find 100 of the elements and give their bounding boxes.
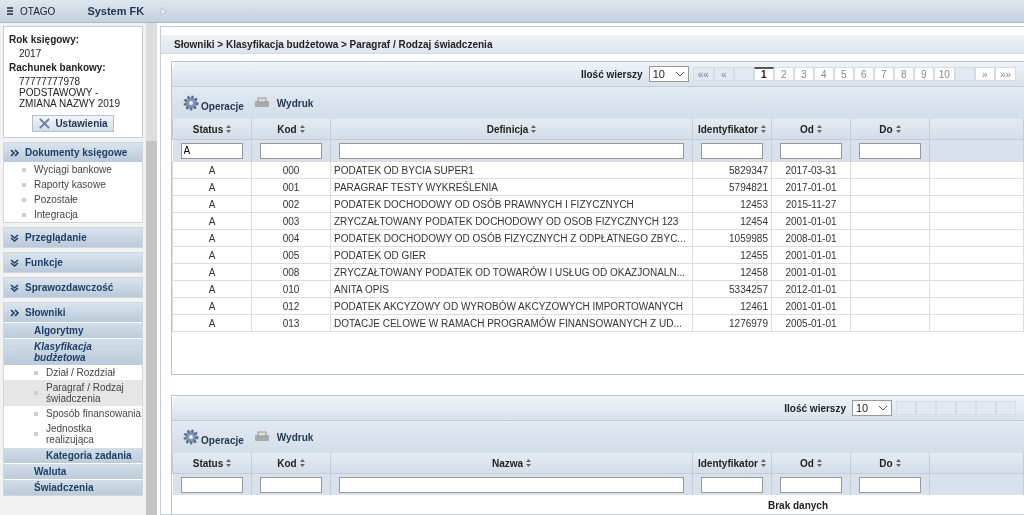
pager-button[interactable]: 2: [773, 67, 794, 81]
filter-field[interactable]: [859, 476, 921, 493]
table-cell: 12461: [692, 297, 772, 315]
table-cell: A: [172, 195, 252, 213]
column-header[interactable]: Od: [771, 453, 851, 474]
filter-field[interactable]: [180, 476, 243, 493]
table-cell: 2001-01-01: [771, 297, 851, 315]
filter-field[interactable]: [701, 142, 763, 159]
rows-per-page-select[interactable]: 10: [852, 400, 892, 416]
nav-section-header[interactable]: Dokumenty księgowe: [4, 143, 142, 162]
pager-button[interactable]: 4: [813, 67, 834, 81]
column-header[interactable]: Do: [850, 119, 930, 140]
table-cell: 5334257: [692, 280, 772, 298]
nav-link[interactable]: Dział / Rozdział: [4, 365, 142, 380]
double-chevron-down-icon: [10, 283, 19, 292]
pager-button[interactable]: 6: [853, 67, 874, 81]
table-cell: DOTACJE CELOWE W RAMACH PROGRAMÓW FINANSOWANYCH Z UD...: [330, 314, 693, 332]
printer-icon: [253, 97, 270, 109]
nav-section-header[interactable]: Słowniki: [4, 303, 142, 322]
table-cell: 000: [251, 161, 331, 179]
column-header[interactable]: Status: [172, 119, 252, 140]
table-cell: 008: [251, 263, 331, 281]
table-cell: 2001-01-01: [771, 246, 851, 264]
table-cell: 003: [251, 212, 331, 230]
operations-button[interactable]: Operacje: [182, 428, 244, 446]
column-header[interactable]: Status: [172, 453, 252, 474]
table-cell: 12454: [692, 212, 772, 230]
filter-field[interactable]: [780, 476, 842, 493]
nav-link[interactable]: Wyciągi bankowe: [4, 162, 142, 177]
nav-link[interactable]: Integracja: [4, 207, 142, 222]
rows-per-page-select[interactable]: 10: [648, 66, 689, 82]
nav-section-header[interactable]: Funkcje: [4, 253, 142, 272]
nav-link[interactable]: Jednostka realizująca: [4, 421, 142, 447]
table-cell: 5829347: [692, 161, 772, 179]
table-cell: ZRYCZAŁTOWANY PODATEK DOCHODOWY OD OSOB FIZYCZNYCH 123: [330, 212, 693, 230]
filter-field[interactable]: A: [180, 142, 243, 159]
column-header[interactable]: Nazwa: [330, 453, 693, 474]
filter-field[interactable]: [339, 142, 684, 159]
table-cell: 002: [251, 195, 331, 213]
field-value: 77777777978 PODSTAWOWY - ZMIANA NAZWY 2019: [18, 76, 121, 109]
sort-icon: [761, 459, 766, 467]
pager-button[interactable]: 5: [833, 67, 854, 81]
nav-group[interactable]: Algorytmy: [4, 323, 142, 338]
table-cell: A: [172, 246, 252, 264]
filter-field[interactable]: [780, 142, 842, 159]
nav-group[interactable]: Waluta: [4, 464, 142, 479]
filter-field[interactable]: [260, 476, 322, 493]
operations-button[interactable]: Operacje: [182, 94, 244, 112]
column-header[interactable]: Od: [771, 119, 851, 140]
sort-icon: [526, 459, 532, 467]
filter-field[interactable]: [260, 142, 322, 159]
table-cell: 012: [251, 297, 331, 315]
field-label: Rachunek bankowy:: [9, 62, 107, 73]
column-header[interactable]: Kod: [251, 119, 331, 140]
table-cell: PODATEK OD GIER: [330, 246, 693, 264]
pager-button[interactable]: 8: [893, 67, 914, 81]
pager-button[interactable]: 1: [753, 67, 774, 81]
nav-section-header[interactable]: Przeglądanie: [4, 228, 142, 247]
pager-button[interactable]: 10: [933, 67, 955, 81]
pager-button[interactable]: 9: [913, 67, 934, 81]
print-button[interactable]: Wydruk: [253, 97, 314, 109]
nav-link[interactable]: Raporty kasowe: [4, 177, 142, 192]
sort-icon: [895, 459, 901, 467]
table-cell: A: [172, 297, 252, 315]
column-header[interactable]: Identyfikator: [692, 119, 772, 140]
empty-message: Brak danych: [768, 499, 828, 511]
nav-group[interactable]: Klasyfikacja budżetowa: [4, 339, 142, 365]
sort-icon: [531, 125, 537, 133]
pager-button[interactable]: »»: [994, 67, 1016, 81]
nav-link[interactable]: Paragraf / Rodzaj świadczenia: [4, 380, 142, 406]
sort-icon: [816, 459, 822, 467]
brand-name: OTAGO: [20, 5, 56, 17]
double-chevron-right-icon: [10, 308, 19, 317]
scrollbar-thumb[interactable]: [146, 141, 157, 515]
column-header[interactable]: Definicja: [330, 119, 693, 140]
table-cell: PARAGRAF TESTY WYKREŚLENIA: [330, 178, 693, 196]
column-header[interactable]: Kod: [251, 453, 331, 474]
pager-button[interactable]: »: [974, 67, 995, 81]
field-label: Rok księgowy:: [9, 34, 81, 45]
column-header[interactable]: Do: [850, 453, 930, 474]
table-cell: 2005-01-01: [771, 314, 851, 332]
print-button[interactable]: Wydruk: [253, 431, 314, 443]
nav-section-header[interactable]: Sprawozdawczość: [4, 278, 142, 297]
table-cell: 001: [251, 178, 331, 196]
pager-button[interactable]: 7: [873, 67, 894, 81]
nav-link[interactable]: Pozostałe: [4, 192, 142, 207]
nav-link[interactable]: Sposób finansowania: [4, 406, 142, 421]
triangle-right-icon[interactable]: [160, 6, 169, 16]
table-cell: ZRYCZAŁTOWANY PODATEK OD TOWARÓW I USŁUG OD OKAZJONALN...: [330, 263, 693, 281]
table-cell: PODATEK DOCHODOWY OD OSÓB FIZYCZNYCH Z ODPŁATNEGO ZBYC...: [330, 229, 693, 247]
settings-button[interactable]: Ustawienia: [32, 115, 114, 132]
rows-per-page-label: Ilość wierszy: [784, 402, 846, 414]
filter-field[interactable]: [701, 476, 763, 493]
table-cell: 2017-03-31: [771, 161, 851, 179]
nav-group[interactable]: Świadczenia: [4, 480, 142, 495]
pager-button[interactable]: 3: [793, 67, 814, 81]
filter-field[interactable]: [339, 476, 684, 493]
column-header[interactable]: Identyfikator: [692, 453, 772, 474]
nav-group[interactable]: Kategoria zadania: [4, 448, 142, 463]
filter-field[interactable]: [859, 142, 921, 159]
